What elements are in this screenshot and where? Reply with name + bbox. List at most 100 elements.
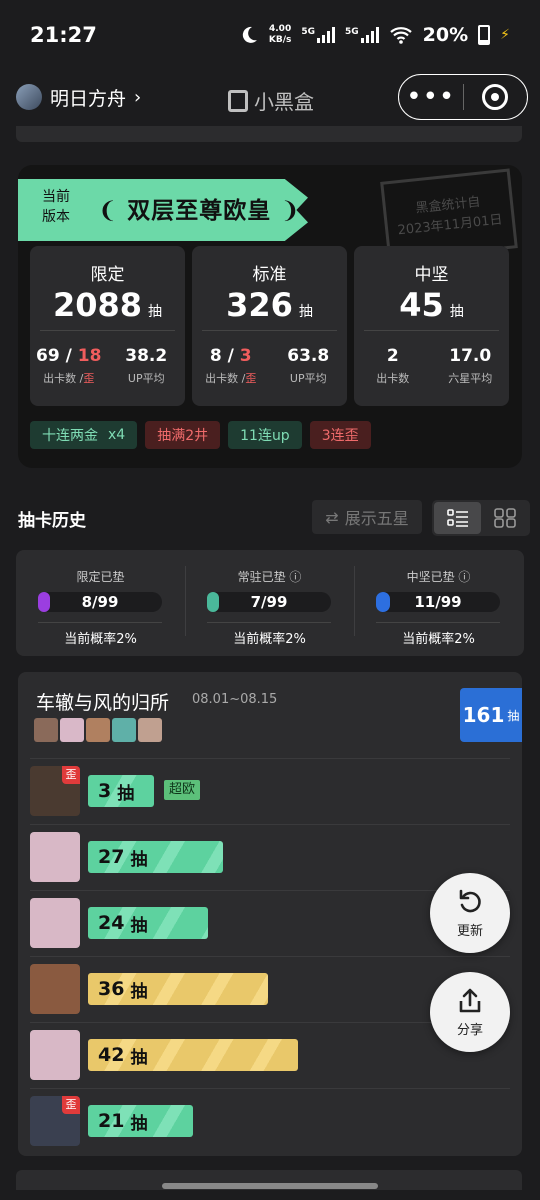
title-ribbon: 当前 版本 ❨ 双层至尊欧皇 ❩ (18, 179, 308, 241)
pity-progress: 11/99 (376, 592, 500, 612)
caption-off: 歪 (245, 372, 257, 385)
stat-total-unit: 抽 (449, 304, 464, 320)
achievement-title-text: 双层至尊欧皇 (127, 198, 272, 224)
app-name[interactable]: 明日方舟 (50, 84, 126, 111)
brand-logo-icon (228, 89, 248, 112)
refresh-icon (459, 889, 481, 912)
off-banner-tag: 歪 (62, 1096, 80, 1114)
cards-count: 2 (386, 346, 399, 366)
nav-bar: 明日方舟 › 小黑盒 ••• (0, 70, 540, 124)
mini-avatar (86, 718, 110, 742)
stat-total: 45 抽 (354, 286, 509, 324)
history-title: 抽卡历史 (18, 510, 86, 531)
stat-cards-value: 69 / 18 (30, 346, 108, 366)
pity-divider (38, 622, 162, 623)
stat-total: 326 抽 (192, 286, 347, 324)
pity-limited: 限定已垫 8/99 当前概率2% (16, 550, 185, 656)
tag-text: 十连两金 (42, 428, 98, 444)
stat-avg-value: 63.8 (287, 346, 330, 366)
share-button[interactable]: 分享 (430, 972, 510, 1052)
pull-count: 21 (98, 1110, 125, 1132)
cards-count: 69 (36, 346, 60, 366)
net-label-2: 5G (345, 27, 359, 37)
stat-avg-value: 38.2 (125, 346, 168, 366)
pull-row[interactable]: 歪 21 抽 (18, 1088, 522, 1154)
pity-label: 中坚已垫 ⓘ (354, 568, 523, 585)
list-view-button[interactable] (434, 502, 481, 534)
off-banner-count: 3 (239, 346, 252, 366)
banner-date: 08.01~08.15 (192, 692, 278, 707)
pull-row[interactable]: 歪 3抽 超欧 (18, 758, 522, 824)
off-banner-count: 18 (77, 346, 102, 366)
signal-2: 5G (345, 27, 379, 43)
stat-divider (202, 330, 337, 331)
stat-total-value: 2088 (52, 286, 143, 324)
stat-label: 中坚 (414, 265, 449, 285)
chevron-right-icon[interactable]: › (134, 87, 141, 108)
pull-count: 27 (98, 846, 125, 868)
show-five-star-button[interactable]: ⇄ 展示五星 (312, 500, 422, 534)
background-strip (16, 126, 522, 142)
net-label-1: 5G (301, 27, 316, 37)
pull-count: 36 (98, 978, 125, 1000)
close-button[interactable] (464, 84, 528, 110)
operator-avatar: 歪 (30, 1096, 80, 1146)
stat-box-core: 中坚 45 抽 2 出卡数 17.0 六星平均 (354, 246, 509, 406)
network-speed: 4.00 KB/s (269, 24, 291, 46)
stat-total-unit: 抽 (298, 304, 313, 320)
tag-count: x4 (108, 427, 126, 443)
view-mode-switch (432, 500, 530, 536)
pity-value: 8/99 (81, 593, 119, 611)
home-indicator[interactable] (162, 1183, 378, 1189)
value-sep: / (59, 346, 78, 366)
stat-cards-caption: 出卡数 /歪 (192, 370, 270, 386)
operator-avatar (30, 1030, 80, 1080)
battery-icon (478, 25, 491, 45)
swap-icon: ⇄ (325, 507, 339, 527)
charging-icon: ⚡ (500, 27, 510, 43)
pull-bar: 27 抽 (88, 841, 224, 873)
status-bar: 21:27 4.00 KB/s 5G 5G 20% ⚡ (0, 0, 540, 70)
mini-avatar (112, 718, 136, 742)
achievement-title: ❨ 双层至尊欧皇 ❩ (98, 191, 301, 225)
speed-value: 4.00 (269, 24, 292, 34)
tag-off-streak: 3连歪 (309, 421, 371, 449)
grid-view-button[interactable] (481, 502, 528, 534)
pull-bar: 21 抽 (88, 1105, 194, 1137)
pity-probability: 当前概率2% (233, 632, 306, 647)
status-time: 21:27 (30, 23, 97, 47)
mini-avatar (34, 718, 58, 742)
stat-total: 2088 抽 (30, 286, 185, 324)
signal-bars-icon (317, 27, 336, 43)
pity-core: 中坚已垫 ⓘ 11/99 当前概率2% (354, 550, 523, 656)
value-sep: / (221, 346, 240, 366)
target-icon (482, 84, 509, 110)
banner-title: 车辙与风的归所 (36, 692, 170, 714)
refresh-button[interactable]: 更新 (430, 873, 510, 953)
achievement-tags: 十连两金 x4 抽满2井 11连up 3连歪 (30, 421, 371, 449)
app-avatar[interactable] (16, 84, 42, 110)
stat-cards-caption: 出卡数 /歪 (30, 370, 108, 386)
share-icon (459, 988, 481, 1012)
laurel-left-icon: ❨ (98, 198, 119, 224)
brand-name: 小黑盒 (254, 90, 314, 114)
pull-unit: 抽 (130, 1113, 148, 1134)
stat-total-value: 45 (399, 286, 444, 324)
pull-bar: 24 抽 (88, 907, 208, 939)
list-icon (446, 509, 468, 527)
row-divider (30, 1088, 510, 1089)
info-icon[interactable]: ⓘ (289, 570, 301, 584)
banner-pull-count: 161 抽 (460, 688, 522, 742)
operator-avatar (30, 964, 80, 1014)
more-button[interactable]: ••• (399, 84, 463, 110)
pull-unit: 抽 (117, 783, 135, 804)
history-header: 抽卡历史 ⇄ 展示五星 (18, 500, 530, 536)
mini-avatar (60, 718, 84, 742)
stat-cell-cards: 2 出卡数 (354, 346, 432, 386)
info-icon[interactable]: ⓘ (458, 570, 470, 584)
pity-probability: 当前概率2% (402, 632, 475, 647)
badge-line-1: 当前 (42, 189, 70, 205)
tag-full-spark: 抽满2井 (145, 421, 221, 449)
signal-bars-icon (360, 27, 379, 43)
pity-panel: 限定已垫 8/99 当前概率2% 常驻已垫 ⓘ 7/99 当前概率2% 中坚已垫… (16, 550, 524, 656)
